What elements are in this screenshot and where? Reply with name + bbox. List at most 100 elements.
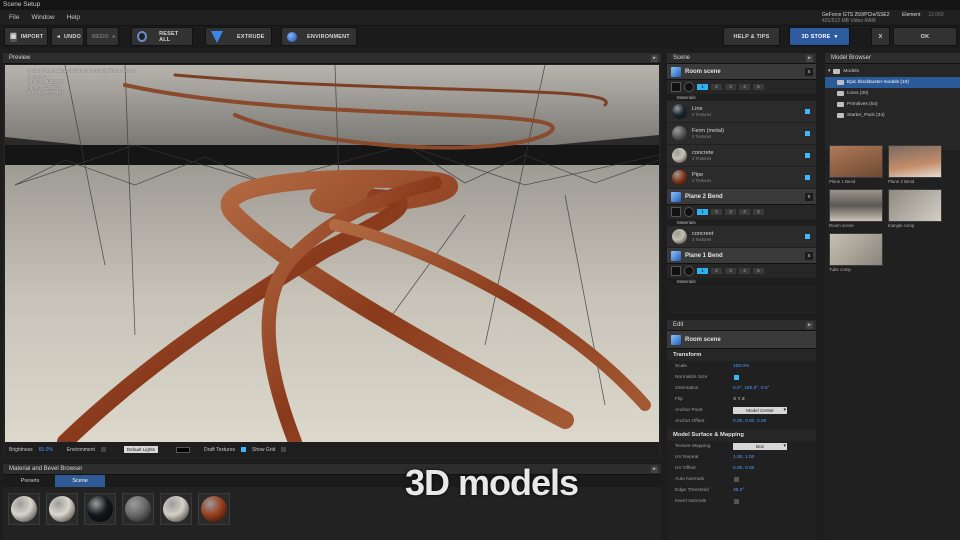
property-value[interactable]: 35.0° (733, 488, 744, 493)
level-button[interactable]: 5 (753, 209, 764, 215)
material-checkbox[interactable] (805, 234, 810, 239)
move-tool-icon[interactable] (671, 82, 681, 92)
scene-group-header[interactable]: Room scene x (667, 64, 816, 80)
level-button[interactable]: 3 (725, 209, 736, 215)
brightness-value[interactable]: 65.0% (39, 447, 53, 453)
menu-help[interactable]: Help (67, 10, 80, 26)
material-ball (672, 170, 687, 185)
tree-node-icons[interactable]: Icons (30) (825, 88, 960, 99)
material-row[interactable]: Ferm (metal) 0 Textures (667, 123, 816, 145)
background-color-swatch[interactable] (175, 446, 190, 453)
tree-node-epic[interactable]: Epic blockbuster models (10) (825, 77, 960, 88)
property-value[interactable]: 0.00, 0.00 (733, 466, 754, 471)
scene-group-header[interactable]: Plane 1 Bend x (667, 248, 816, 264)
window-title: Scene Setup (0, 0, 960, 10)
tree-label: Models (843, 69, 859, 74)
material-swatch[interactable] (84, 493, 116, 525)
thumbnail-label: Room scene (829, 223, 854, 228)
show-grid-checkbox[interactable] (281, 447, 287, 452)
property-value[interactable]: 0.0°, 180.0°, 0.0° (733, 386, 769, 391)
tree-node-models[interactable]: ▾ Models (825, 66, 960, 77)
level-button[interactable]: 2 (711, 84, 722, 90)
property-row: UV Offset 0.00, 0.00 (667, 463, 816, 474)
expand-icon[interactable]: ▸ (651, 55, 658, 62)
material-swatch[interactable] (122, 493, 154, 525)
redo-button[interactable]: REDO ▸ (86, 27, 119, 46)
scene-group-header[interactable]: Plane 2 Bend x (667, 189, 816, 205)
level-button[interactable]: 4 (739, 209, 750, 215)
close-icon[interactable]: x (805, 193, 813, 201)
extrude-button[interactable]: EXTRUDE (205, 27, 272, 46)
level-button[interactable]: 1 (697, 209, 708, 215)
expand-icon[interactable]: ▸ (806, 55, 813, 62)
3d-viewport[interactable]: Model: Models/Epic blockbuster models/Ro… (5, 65, 659, 442)
material-checkbox[interactable] (805, 109, 810, 114)
tab-scene[interactable]: Scene (55, 475, 105, 487)
rotate-tool-icon[interactable] (684, 266, 694, 276)
material-checkbox[interactable] (805, 131, 810, 136)
expand-icon[interactable]: ▸ (806, 322, 813, 329)
material-ball (672, 229, 687, 244)
close-icon[interactable]: x (805, 252, 813, 260)
expand-icon[interactable]: ▸ (651, 466, 658, 473)
undo-button[interactable]: ◂ UNDO (51, 27, 84, 46)
tree-node-starter[interactable]: Starter_Pack (34) (825, 110, 960, 121)
scene-group-name: Plane 2 Bend (685, 193, 723, 200)
model-thumbnail[interactable]: triangle comp (888, 189, 944, 229)
level-button[interactable]: 3 (725, 84, 736, 90)
level-button[interactable]: 2 (711, 268, 722, 274)
property-checkbox[interactable] (734, 499, 739, 504)
property-value[interactable]: 100.0% (733, 364, 749, 369)
reset-all-button[interactable]: RESET ALL (131, 27, 193, 46)
property-value[interactable]: 0.00, 0.00, 0.00 (733, 419, 766, 424)
menu-window[interactable]: Window (31, 10, 54, 26)
material-row[interactable]: concrete 4 Textures (667, 145, 816, 167)
level-button[interactable]: 1 (697, 84, 708, 90)
draft-textures-checkbox[interactable] (241, 447, 247, 452)
import-button[interactable]: ▣ IMPORT (4, 27, 48, 46)
move-tool-icon[interactable] (671, 266, 681, 276)
material-swatch[interactable] (46, 493, 78, 525)
material-row[interactable]: Pipe 4 Textures (667, 167, 816, 189)
rotate-tool-icon[interactable] (684, 207, 694, 217)
tab-presets[interactable]: Presets (5, 475, 55, 487)
property-dropdown[interactable]: Box (733, 443, 787, 450)
material-ball (11, 496, 37, 522)
level-button[interactable]: 5 (753, 84, 764, 90)
property-checkbox[interactable] (734, 477, 739, 482)
environment-button[interactable]: ENVIRONMENT (281, 27, 357, 46)
material-swatch[interactable] (160, 493, 192, 525)
material-swatch[interactable] (8, 493, 40, 525)
lights-select[interactable]: Default Lights (123, 446, 158, 453)
level-button[interactable]: 3 (725, 268, 736, 274)
model-thumbnail[interactable]: Plane 1 Bend (829, 145, 885, 185)
tree-node-primitives[interactable]: Primitives (54) (825, 99, 960, 110)
level-button[interactable]: 5 (753, 268, 764, 274)
material-row[interactable]: concreet 4 Textures (667, 226, 816, 248)
property-value[interactable]: 1.00, 1.00 (733, 455, 754, 460)
close-icon[interactable]: x (805, 68, 813, 76)
3d-store-button[interactable]: 3D STORE ▾ (789, 27, 850, 46)
environment-checkbox[interactable] (100, 447, 106, 452)
flip-axes[interactable]: X Y Z (733, 397, 745, 402)
model-thumbnail[interactable]: Plane 2 Bend (888, 145, 944, 185)
model-thumbnail[interactable]: Room scene (829, 189, 885, 229)
material-checkbox[interactable] (805, 175, 810, 180)
close-button[interactable]: X (871, 27, 890, 46)
level-button[interactable]: 2 (711, 209, 722, 215)
property-checkbox[interactable] (734, 375, 739, 380)
model-thumbnail[interactable]: Tube comp (829, 233, 885, 273)
material-row[interactable]: Line 0 Textures (667, 101, 816, 123)
level-button[interactable]: 4 (739, 268, 750, 274)
level-button[interactable]: 4 (739, 84, 750, 90)
material-swatch[interactable] (198, 493, 230, 525)
menu-file[interactable]: File (9, 10, 19, 26)
move-tool-icon[interactable] (671, 207, 681, 217)
level-button[interactable]: 1 (697, 268, 708, 274)
property-dropdown[interactable]: Model Center (733, 407, 787, 414)
scene-header: Scene ▸ (667, 53, 816, 64)
material-checkbox[interactable] (805, 153, 810, 158)
ok-button[interactable]: OK (893, 27, 957, 46)
rotate-tool-icon[interactable] (684, 82, 694, 92)
help-tips-button[interactable]: HELP & TIPS (723, 27, 780, 46)
